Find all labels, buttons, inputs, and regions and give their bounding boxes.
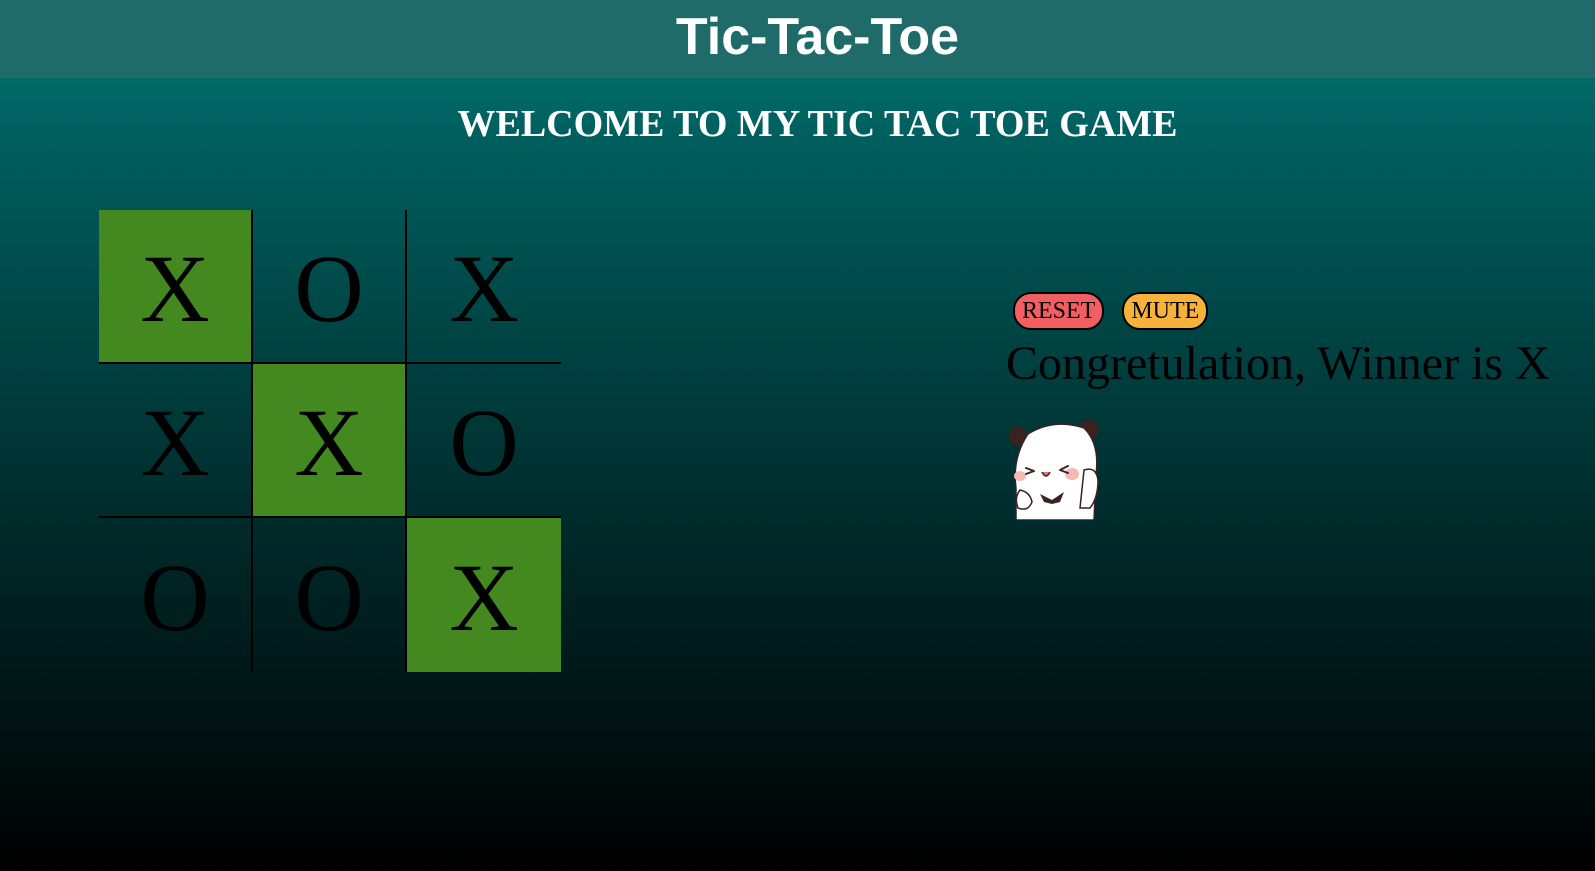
app-title: Tic-Tac-Toe — [675, 8, 960, 66]
board-cell-1[interactable]: X — [99, 210, 253, 364]
board-cell-7[interactable]: O — [99, 518, 253, 672]
game-board: X O X X X O O O X — [99, 210, 561, 672]
board-cell-8[interactable]: O — [253, 518, 407, 672]
board-cell-3[interactable]: X — [407, 210, 561, 364]
board-cell-9[interactable]: X — [407, 518, 561, 672]
game-controls: RESET MUTE — [1013, 292, 1209, 330]
panda-celebrate-icon — [1006, 418, 1102, 520]
winner-message: Congretulation, Winner is X — [1006, 337, 1550, 390]
reset-button[interactable]: RESET — [1013, 292, 1105, 330]
panda-sticker-image — [1008, 419, 1099, 520]
board-cell-4[interactable]: X — [99, 364, 253, 518]
welcome-heading: WELCOME TO MY TIC TAC TOE GAME — [457, 103, 1178, 145]
mute-button[interactable]: MUTE — [1122, 292, 1209, 330]
board-cell-5[interactable]: X — [253, 364, 407, 518]
board-cell-2[interactable]: O — [253, 210, 407, 364]
header-bar: Tic-Tac-Toe — [0, 0, 1595, 78]
board-cell-6[interactable]: O — [407, 364, 561, 518]
